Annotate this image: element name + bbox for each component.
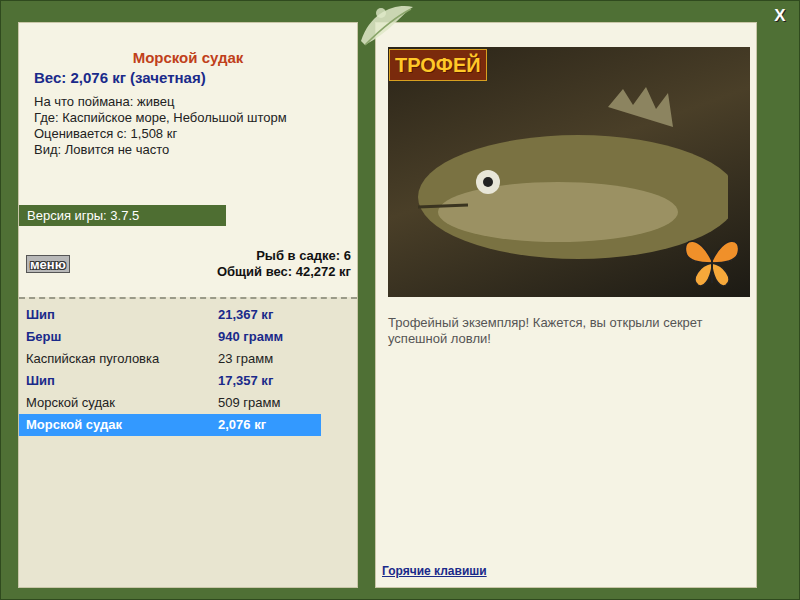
fish-photo: ТРОФЕЙ [388, 47, 750, 297]
catch-row[interactable]: Морской судак509 грамм [19, 392, 321, 414]
fish-weight: Вес: 2,076 кг (зачетная) [19, 68, 357, 88]
keepnet-total: Общий вес: 42,272 кг [217, 264, 351, 280]
version-bar: Версия игры: 3.7.5 [19, 205, 226, 226]
menu-button[interactable]: меню [26, 255, 70, 273]
photo-panel: ТРОФЕЙ Трофейный экземпляр! Кажется, вы о… [375, 22, 757, 588]
catch-list: Шип21,367 кгБерш940 граммКаспийская пуго… [19, 297, 357, 587]
catch-weight: 509 грамм [218, 393, 280, 413]
catch-row[interactable]: Каспийская пуголовка23 грамм [19, 348, 321, 370]
catch-row[interactable]: Шип21,367 кг [19, 304, 321, 326]
catch-weight: 23 грамм [218, 349, 273, 369]
butterfly-icon [680, 229, 744, 293]
catch-weight: 17,357 кг [218, 371, 273, 391]
fish-detail: Оценивается с: 1,508 кг [34, 126, 357, 142]
fish-figure-icon [408, 87, 728, 277]
catch-window: XМорской судакВес: 2,076 кг (зачетная)На… [0, 0, 800, 600]
result-message: Трофейный экземпляр! Кажется, вы открыли… [388, 297, 750, 347]
close-button[interactable]: X [769, 5, 791, 25]
catch-name: Берш [19, 327, 218, 347]
catch-weight: 940 грамм [218, 327, 283, 347]
catch-name: Шип [19, 305, 218, 325]
trophy-badge: ТРОФЕЙ [389, 49, 487, 81]
catch-weight: 2,076 кг [218, 415, 266, 435]
catch-row[interactable]: Морской судак2,076 кг [19, 414, 321, 436]
catch-name: Шип [19, 371, 218, 391]
info-panel: Морской судакВес: 2,076 кг (зачетная)На … [18, 22, 358, 588]
fish-detail: На что поймана: живец [34, 94, 357, 110]
catch-row[interactable]: Берш940 грамм [19, 326, 321, 348]
hotkeys-link[interactable]: Горячие клавиши [382, 563, 750, 579]
keepnet-summary: Рыб в садке: 6Общий вес: 42,272 кг [217, 248, 351, 280]
fish-detail: Где: Каспийское море, Небольшой шторм [34, 110, 357, 126]
catch-name: Морской судак [19, 393, 218, 413]
leaf-decoration-icon [351, 1, 421, 49]
fish-details: На что поймана: живецГде: Каспийское мор… [19, 88, 357, 158]
fish-title: Морской судак [19, 48, 357, 68]
catch-name: Морской судак [19, 415, 218, 435]
catch-name: Каспийская пуголовка [19, 349, 218, 369]
keepnet-count: Рыб в садке: 6 [256, 248, 351, 264]
catch-weight: 21,367 кг [218, 305, 273, 325]
catch-row[interactable]: Шип17,357 кг [19, 370, 321, 392]
fish-detail: Вид: Ловится не часто [34, 142, 357, 158]
